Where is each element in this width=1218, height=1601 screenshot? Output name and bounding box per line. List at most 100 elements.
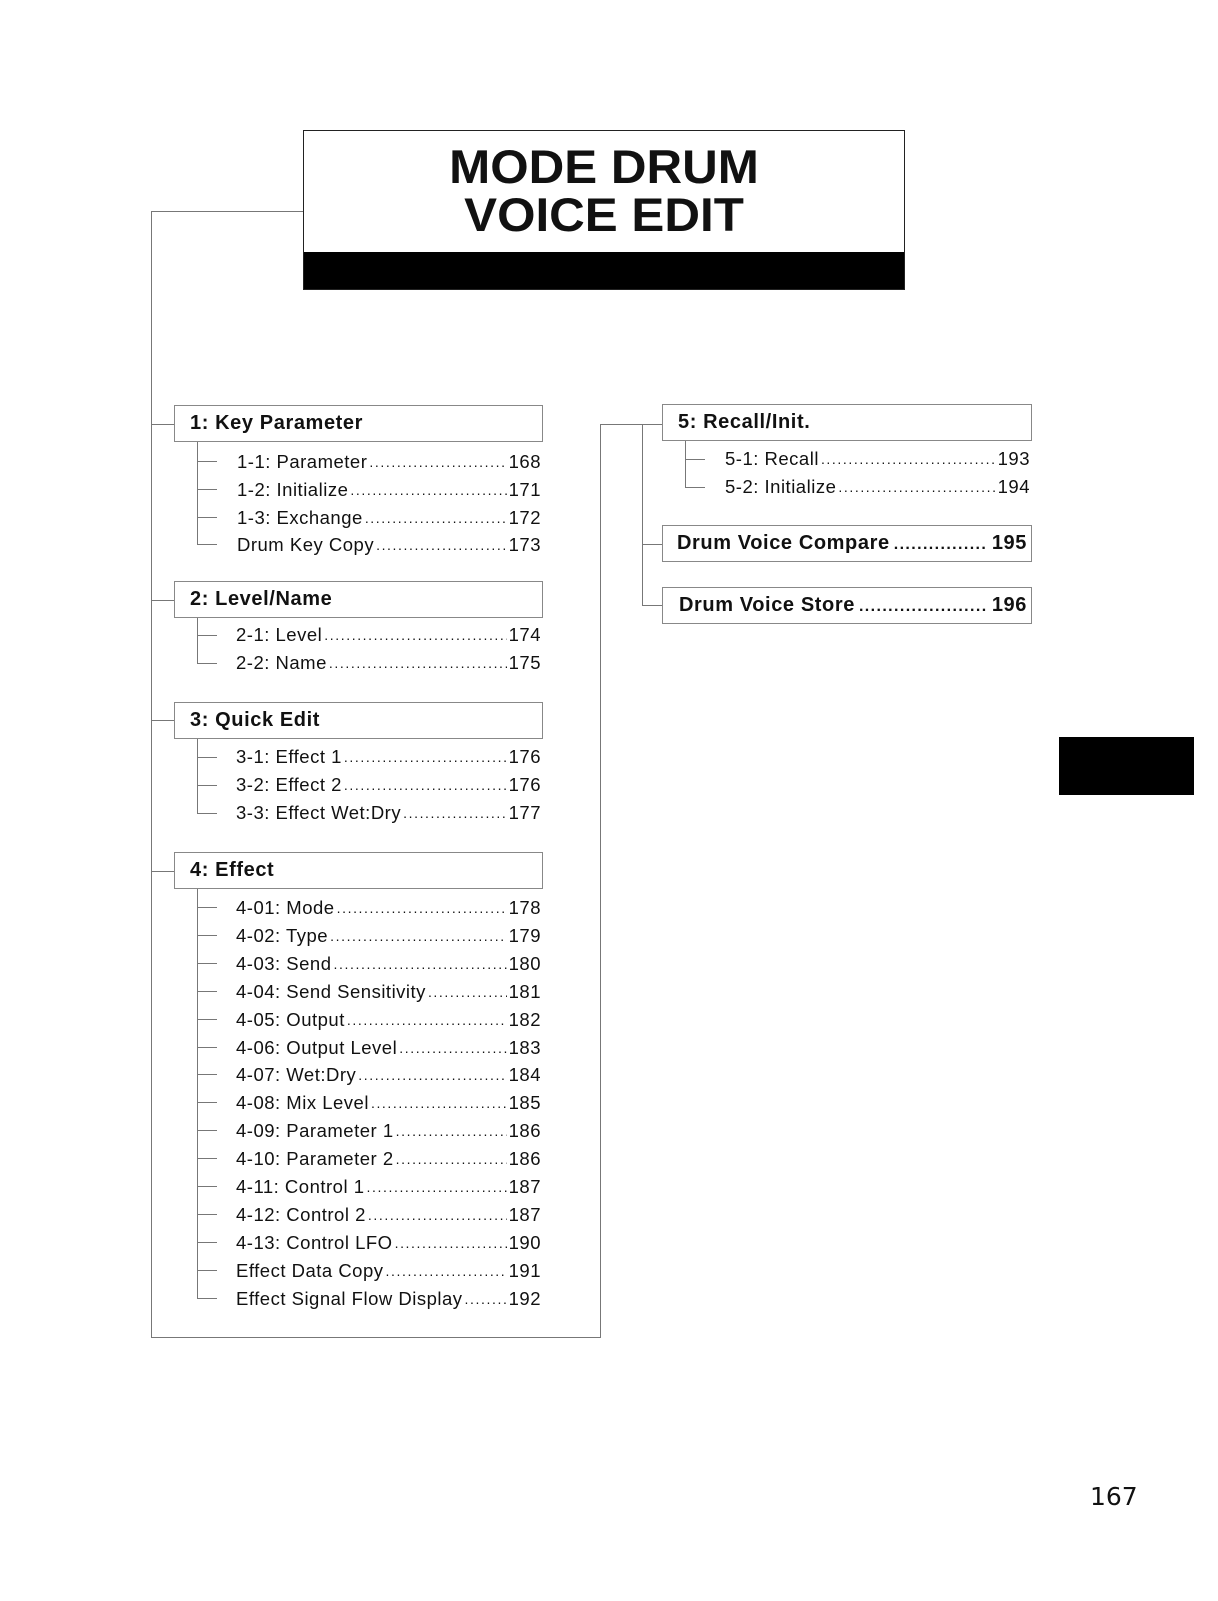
item-page: 185 (508, 1092, 541, 1113)
section-1-label: 1: Key Parameter (190, 412, 364, 434)
connector-to-compare (642, 544, 662, 545)
item-page: 176 (508, 746, 541, 767)
section-4-header[interactable]: 4: Effect (174, 852, 543, 889)
menu-item[interactable]: 4-07: Wet:Dry...........................… (236, 1061, 541, 1089)
item-page: 191 (508, 1260, 541, 1281)
item-label: 1-2: Initialize (237, 479, 349, 500)
item-page: 182 (508, 1009, 541, 1030)
drum-voice-store-box[interactable]: Drum Voice Store .......................… (662, 587, 1032, 624)
title-black-band (304, 252, 904, 289)
branch-tick (197, 1102, 217, 1103)
menu-item[interactable]: 2-1: Level..............................… (236, 621, 541, 649)
item-page: 168 (508, 451, 541, 472)
item-label: 3-3: Effect Wet:Dry (236, 802, 402, 823)
menu-item[interactable]: 1-3: Exchange...........................… (237, 504, 541, 532)
item-label: Effect Data Copy (236, 1260, 384, 1281)
branch-tick (197, 1270, 217, 1271)
title-line-2: VOICE EDIT (464, 188, 744, 241)
item-label: 3-1: Effect 1 (236, 746, 342, 767)
branch-tick (197, 517, 217, 518)
menu-item[interactable]: Effect Signal Flow Display..............… (236, 1285, 541, 1313)
leader-dots: ........................................… (328, 655, 507, 671)
drum-voice-compare-page: 195 (991, 532, 1027, 554)
item-page: 179 (508, 925, 541, 946)
drum-voice-store-page: 196 (991, 594, 1027, 616)
leader-dots: ........................................… (399, 1040, 506, 1056)
item-label: 5-1: Recall (725, 448, 819, 469)
branch-tick (197, 1214, 217, 1215)
menu-item[interactable]: 4-01: Mode..............................… (236, 894, 541, 922)
menu-item[interactable]: 4-08: Mix Level.........................… (236, 1089, 541, 1117)
item-page: 180 (508, 953, 541, 974)
item-label: 2-1: Level (236, 624, 323, 645)
menu-item[interactable]: 3-3: Effect Wet:Dry.....................… (236, 799, 541, 827)
section-2-header[interactable]: 2: Level/Name (174, 581, 543, 618)
menu-item[interactable]: 5-2: Initialize.........................… (725, 473, 1030, 501)
branch-tick (197, 813, 217, 814)
menu-item[interactable]: 4-06: Output Level......................… (236, 1034, 541, 1062)
item-label: 4-05: Output (236, 1009, 345, 1030)
drum-voice-compare-box[interactable]: Drum Voice Compare .....................… (662, 525, 1032, 562)
connector-to-store (642, 605, 662, 606)
item-label: 4-09: Parameter 1 (236, 1120, 394, 1141)
item-label: Effect Signal Flow Display (236, 1288, 463, 1309)
item-label: 5-2: Initialize (725, 476, 837, 497)
menu-item[interactable]: 1-2: Initialize.........................… (237, 476, 541, 504)
item-label: 4-03: Send (236, 953, 332, 974)
connector-bottom (151, 1337, 601, 1338)
item-page: 193 (997, 448, 1030, 469)
item-page: 173 (508, 534, 541, 555)
branch-tick (197, 461, 217, 462)
section-5-branch (685, 441, 686, 488)
section-3-header[interactable]: 3: Quick Edit (174, 702, 543, 739)
leader-dots: ........................................… (333, 956, 507, 972)
menu-item[interactable]: 4-04: Send Sensitivity..................… (236, 978, 541, 1006)
section-tab-marker (1059, 737, 1194, 795)
leader-dots: ........................................… (330, 928, 507, 944)
branch-tick (197, 963, 217, 964)
menu-item[interactable]: 4-11: Control 1.........................… (236, 1173, 541, 1201)
connector-section-2 (151, 600, 174, 601)
branch-tick (197, 785, 217, 786)
item-label: 1-3: Exchange (237, 507, 363, 528)
page-title: MODE DRUM VOICE EDIT (289, 143, 919, 239)
menu-item[interactable]: 1-1: Parameter..........................… (237, 448, 541, 476)
menu-item[interactable]: 4-05: Output............................… (236, 1006, 541, 1034)
connector-section-4 (151, 871, 174, 872)
leader-dots: ........................................… (324, 627, 507, 643)
section-5-label: 5: Recall/Init. (678, 411, 811, 433)
menu-item[interactable]: 4-10: Parameter 2.......................… (236, 1145, 541, 1173)
branch-tick (197, 757, 217, 758)
item-page: 186 (508, 1120, 541, 1141)
menu-item[interactable]: 5-1: Recall.............................… (725, 445, 1030, 473)
leader-dots: ........................................… (394, 1235, 507, 1251)
section-4-label: 4: Effect (190, 859, 275, 881)
menu-item[interactable]: 4-09: Parameter 1.......................… (236, 1117, 541, 1145)
menu-item[interactable]: Drum Key Copy...........................… (237, 531, 541, 559)
menu-item[interactable]: 4-12: Control 2.........................… (236, 1201, 541, 1229)
item-page: 184 (508, 1064, 541, 1085)
menu-item[interactable]: 4-02: Type..............................… (236, 922, 541, 950)
menu-item[interactable]: 4-13: Control LFO.......................… (236, 1229, 541, 1257)
branch-tick (197, 935, 217, 936)
connector-main-vertical (151, 211, 152, 1337)
menu-item[interactable]: 3-1: Effect 1...........................… (236, 743, 541, 771)
item-label: 4-07: Wet:Dry (236, 1064, 357, 1085)
section-1-header[interactable]: 1: Key Parameter (174, 405, 543, 442)
section-2-branch (197, 618, 198, 664)
menu-item[interactable]: 2-2: Name...............................… (236, 649, 541, 677)
item-page: 176 (508, 774, 541, 795)
leader-dots: ........................................… (385, 1263, 507, 1279)
branch-tick (197, 1186, 217, 1187)
section-5-header[interactable]: 5: Recall/Init. (662, 404, 1032, 441)
menu-item[interactable]: 3-2: Effect 2...........................… (236, 771, 541, 799)
section-2-label: 2: Level/Name (190, 588, 333, 610)
section-3-branch (197, 739, 198, 814)
item-label: 4-10: Parameter 2 (236, 1148, 394, 1169)
leader-dots: ........................................… (370, 1095, 507, 1111)
drum-voice-compare-label: Drum Voice Compare (677, 532, 890, 554)
menu-item[interactable]: Effect Data Copy........................… (236, 1257, 541, 1285)
item-page: 174 (508, 624, 541, 645)
item-page: 183 (508, 1037, 541, 1058)
menu-item[interactable]: 4-03: Send..............................… (236, 950, 541, 978)
